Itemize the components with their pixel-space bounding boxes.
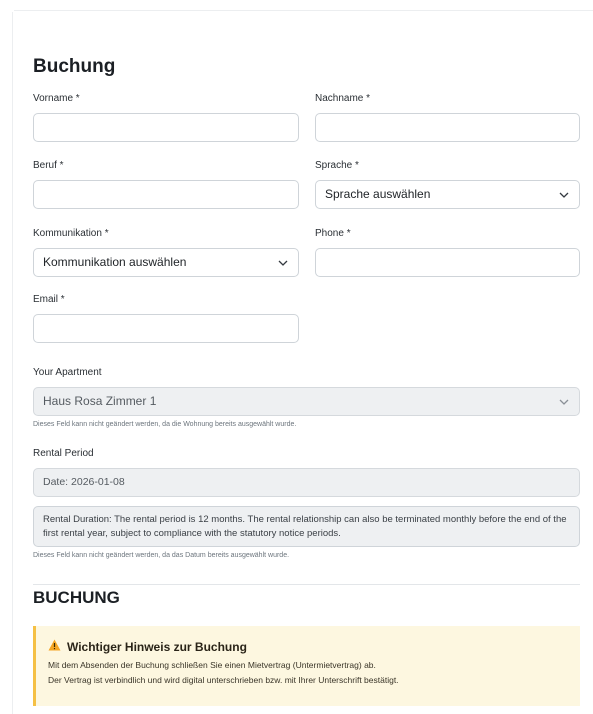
- notice-title: Wichtiger Hinweis zur Buchung: [67, 639, 247, 654]
- booking-notice: Wichtiger Hinweis zur Buchung Mit dem Ab…: [33, 626, 580, 706]
- chevron-down-icon: [278, 249, 288, 276]
- kommunikation-label: Kommunikation *: [33, 228, 109, 239]
- notice-line-2: Der Vertrag ist verbindlich und wird dig…: [48, 675, 399, 685]
- phone-label: Phone *: [315, 228, 351, 239]
- kommunikation-select[interactable]: Kommunikation auswählen: [33, 248, 299, 277]
- email-label: Email *: [33, 294, 65, 305]
- chevron-down-icon: [559, 388, 569, 415]
- kommunikation-select-value: Kommunikation auswählen: [43, 255, 187, 269]
- email-input[interactable]: [33, 314, 299, 343]
- form-title: Buchung: [33, 56, 116, 77]
- apartment-select-value: Haus Rosa Zimmer 1: [43, 394, 157, 408]
- rental-date-field[interactable]: Date: 2026-01-08: [33, 468, 580, 497]
- beruf-input[interactable]: [33, 180, 299, 209]
- vorname-label: Vorname *: [33, 93, 80, 104]
- beruf-label: Beruf *: [33, 160, 64, 171]
- rental-duration-info: Rental Duration: The rental period is 12…: [33, 506, 580, 547]
- phone-input[interactable]: [315, 248, 580, 277]
- vorname-input[interactable]: [33, 113, 299, 142]
- sprache-label: Sprache *: [315, 160, 359, 171]
- rental-help-text: Dieses Feld kann nicht geändert werden, …: [33, 552, 290, 559]
- notice-line-1: Mit dem Absenden der Buchung schließen S…: [48, 660, 376, 670]
- nachname-input[interactable]: [315, 113, 580, 142]
- apartment-select[interactable]: Haus Rosa Zimmer 1: [33, 387, 580, 416]
- sprache-select-value: Sprache auswählen: [325, 187, 431, 201]
- sprache-select[interactable]: Sprache auswählen: [315, 180, 580, 209]
- section-title: BUCHUNG: [33, 588, 120, 607]
- notice-heading: Wichtiger Hinweis zur Buchung: [48, 639, 568, 654]
- header-divider: [14, 10, 593, 11]
- chevron-down-icon: [559, 181, 569, 208]
- apartment-help-text: Dieses Feld kann nicht geändert werden, …: [33, 421, 297, 428]
- section-divider: [33, 584, 580, 585]
- warning-icon: [48, 639, 61, 654]
- nachname-label: Nachname *: [315, 93, 371, 104]
- rental-period-label: Rental Period: [33, 448, 94, 459]
- apartment-label: Your Apartment: [33, 367, 102, 378]
- rental-date-value: Date: 2026-01-08: [43, 476, 125, 488]
